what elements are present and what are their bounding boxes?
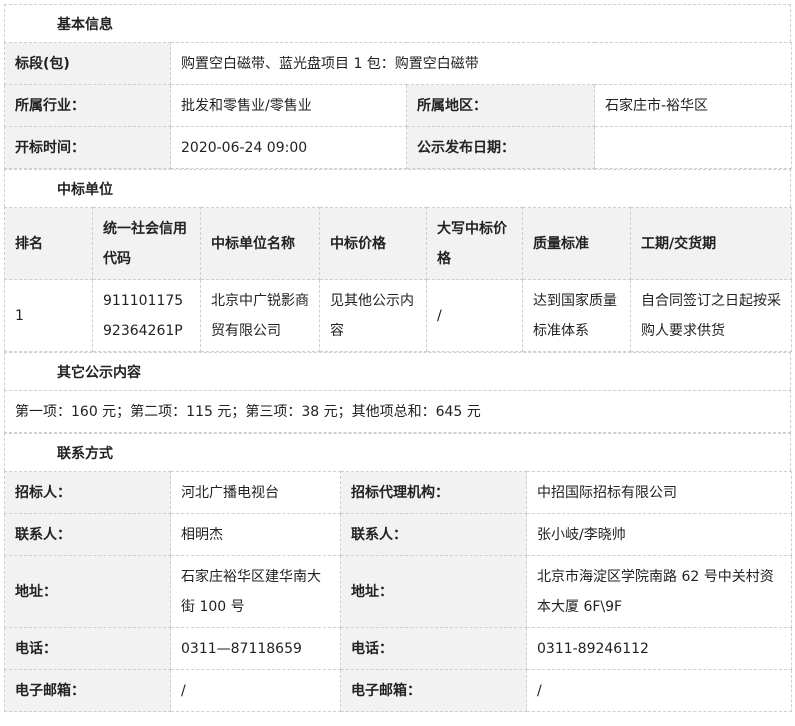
contact-table: 招标人： 河北广播电视台 招标代理机构： 中招国际招标有限公司 联系人： 相明杰…: [4, 471, 792, 712]
agency-value: 中招国际招标有限公司: [526, 471, 792, 514]
cell-name: 北京中广锐影商贸有限公司: [200, 279, 320, 352]
cell-rank: 1: [4, 279, 93, 352]
tenderer-value: 河北广播电视台: [170, 471, 341, 514]
lot-value: 购置空白磁带、蓝光盘项目 1 包：购置空白磁带: [169, 42, 793, 85]
section-header-basic: 基本信息: [4, 4, 791, 42]
email1-value: /: [170, 669, 341, 712]
address1-label: 地址：: [4, 555, 171, 628]
cell-quality: 达到国家质量标准体系: [522, 279, 631, 352]
header-credit-code: 统一社会信用代码: [92, 207, 201, 280]
phone1-value: 0311—87118659: [170, 627, 341, 670]
tenderer-label: 招标人：: [4, 471, 171, 514]
section-header-other: 其它公示内容: [4, 352, 791, 390]
contact1-label: 联系人：: [4, 513, 171, 556]
header-delivery: 工期/交货期: [630, 207, 792, 280]
phone2-value: 0311-89246112: [526, 627, 792, 670]
basic-info-table: 标段(包) 购置空白磁带、蓝光盘项目 1 包：购置空白磁带 所属行业： 批发和零…: [4, 42, 793, 169]
open-time-value: 2020-06-24 09:00: [170, 126, 407, 169]
region-label: 所属地区：: [406, 84, 595, 127]
publish-date-label: 公示发布日期：: [406, 126, 595, 169]
phone1-label: 电话：: [4, 627, 171, 670]
header-name: 中标单位名称: [200, 207, 320, 280]
cell-delivery: 自合同签订之日起按采购人要求供货: [630, 279, 792, 352]
table-row: 1 91110117592364261P 北京中广锐影商贸有限公司 见其他公示内…: [4, 279, 792, 352]
header-price: 中标价格: [319, 207, 427, 280]
header-rank: 排名: [4, 207, 93, 280]
contact2-value: 张小岐/李晓帅: [526, 513, 792, 556]
open-time-label: 开标时间：: [4, 126, 171, 169]
section-header-winner: 中标单位: [4, 169, 791, 207]
lot-label: 标段(包): [4, 42, 171, 85]
publish-date-value: [593, 126, 793, 169]
address1-value: 石家庄裕华区建华南大街 100 号: [170, 555, 341, 628]
address2-label: 地址：: [340, 555, 527, 628]
other-table: 第一项：160 元；第二项：115 元；第三项：38 元；其他项总和：645 元: [4, 390, 791, 433]
agency-label: 招标代理机构：: [340, 471, 527, 514]
header-price-upper: 大写中标价格: [426, 207, 523, 280]
cell-price: 见其他公示内容: [319, 279, 427, 352]
cell-credit-code: 91110117592364261P: [92, 279, 201, 352]
industry-value: 批发和零售业/零售业: [170, 84, 407, 127]
email1-label: 电子邮箱：: [4, 669, 171, 712]
cell-price-upper: /: [426, 279, 523, 352]
phone2-label: 电话：: [340, 627, 527, 670]
winner-table: 排名 统一社会信用代码 中标单位名称 中标价格 大写中标价格 质量标准 工期/交…: [4, 207, 792, 352]
email2-label: 电子邮箱：: [340, 669, 527, 712]
notice-document: 基本信息 标段(包) 购置空白磁带、蓝光盘项目 1 包：购置空白磁带 所属行业：…: [4, 4, 793, 712]
contact1-value: 相明杰: [170, 513, 341, 556]
industry-label: 所属行业：: [4, 84, 171, 127]
region-value: 石家庄市-裕华区: [593, 84, 793, 127]
contact2-label: 联系人：: [340, 513, 527, 556]
other-text: 第一项：160 元；第二项：115 元；第三项：38 元；其他项总和：645 元: [4, 390, 791, 433]
section-header-contact: 联系方式: [4, 433, 791, 471]
header-quality: 质量标准: [522, 207, 631, 280]
email2-value: /: [526, 669, 792, 712]
address2-value: 北京市海淀区学院南路 62 号中关村资本大厦 6F\9F: [526, 555, 792, 628]
